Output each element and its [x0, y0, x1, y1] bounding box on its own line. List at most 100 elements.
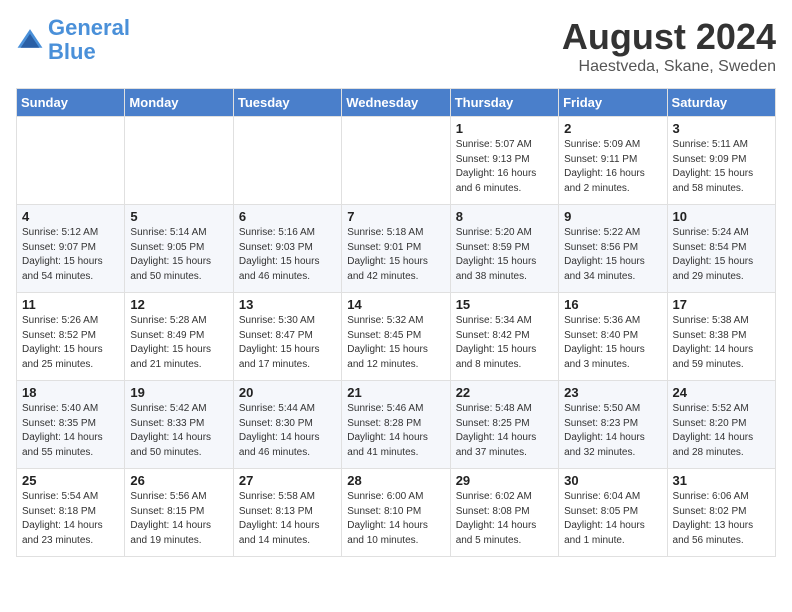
day-number: 18	[22, 385, 119, 400]
day-info: Sunrise: 5:54 AM Sunset: 8:18 PM Dayligh…	[22, 490, 119, 548]
logo-line1: General	[48, 15, 130, 40]
day-info: Sunrise: 5:26 AM Sunset: 8:52 PM Dayligh…	[22, 314, 119, 372]
day-number: 4	[22, 209, 119, 224]
weekday-header-row: SundayMondayTuesdayWednesdayThursdayFrid…	[17, 89, 776, 117]
day-number: 30	[564, 473, 661, 488]
calendar-cell: 23Sunrise: 5:50 AM Sunset: 8:23 PM Dayli…	[559, 381, 667, 469]
day-info: Sunrise: 5:34 AM Sunset: 8:42 PM Dayligh…	[456, 314, 553, 372]
location-title: Haestveda, Skane, Sweden	[562, 58, 776, 76]
calendar-cell: 28Sunrise: 6:00 AM Sunset: 8:10 PM Dayli…	[342, 469, 450, 557]
calendar-cell: 16 Sunrise: 5:36 AM Sunset: 8:40 PM Dayli…	[559, 293, 667, 381]
calendar-cell: 29 Sunrise: 6:02 AM Sunset: 8:08 PM Dayli…	[450, 469, 558, 557]
day-info: Sunrise: 5:32 AM Sunset: 8:45 PM Dayligh…	[347, 314, 444, 372]
calendar-cell: 6 Sunrise: 5:16 AM Sunset: 9:03 PM Daylig…	[233, 205, 341, 293]
day-info: Sunrise: 5:11 AM Sunset: 9:09 PM Dayligh…	[673, 138, 770, 196]
day-info: Sunrise: 5:56 AM Sunset: 8:15 PM Dayligh…	[130, 490, 227, 548]
day-number: 26	[130, 473, 227, 488]
day-number: 15	[456, 297, 553, 312]
day-info: Sunrise: 5:48 AM Sunset: 8:25 PM Dayligh…	[456, 402, 553, 460]
calendar-cell: 7 Sunrise: 5:18 AM Sunset: 9:01 PM Daylig…	[342, 205, 450, 293]
day-number: 16	[564, 297, 661, 312]
day-info: Sunrise: 5:36 AM Sunset: 8:40 PM Dayligh…	[564, 314, 661, 372]
day-info: Sunrise: 5:24 AM Sunset: 8:54 PM Dayligh…	[673, 226, 770, 284]
calendar-cell: 13Sunrise: 5:30 AM Sunset: 8:47 PM Dayli…	[233, 293, 341, 381]
calendar-cell: 9Sunrise: 5:22 AM Sunset: 8:56 PM Daylig…	[559, 205, 667, 293]
calendar-week-1: 1Sunrise: 5:07 AM Sunset: 9:13 PM Daylig…	[17, 117, 776, 205]
calendar-cell: 14 Sunrise: 5:32 AM Sunset: 8:45 PM Dayli…	[342, 293, 450, 381]
day-info: Sunrise: 5:58 AM Sunset: 8:13 PM Dayligh…	[239, 490, 336, 548]
day-number: 9	[564, 209, 661, 224]
day-info: Sunrise: 5:12 AM Sunset: 9:07 PM Dayligh…	[22, 226, 119, 284]
day-info: Sunrise: 5:09 AM Sunset: 9:11 PM Dayligh…	[564, 138, 661, 196]
weekday-header-wednesday: Wednesday	[342, 89, 450, 117]
calendar-cell: 31 Sunrise: 6:06 AM Sunset: 8:02 PM Dayli…	[667, 469, 775, 557]
day-info: Sunrise: 5:52 AM Sunset: 8:20 PM Dayligh…	[673, 402, 770, 460]
day-info: Sunrise: 5:40 AM Sunset: 8:35 PM Dayligh…	[22, 402, 119, 460]
day-info: Sunrise: 6:04 AM Sunset: 8:05 PM Dayligh…	[564, 490, 661, 548]
calendar-cell: 12Sunrise: 5:28 AM Sunset: 8:49 PM Dayli…	[125, 293, 233, 381]
calendar-cell: 11Sunrise: 5:26 AM Sunset: 8:52 PM Dayli…	[17, 293, 125, 381]
day-number: 6	[239, 209, 336, 224]
day-number: 19	[130, 385, 227, 400]
calendar-body: 1Sunrise: 5:07 AM Sunset: 9:13 PM Daylig…	[17, 117, 776, 557]
day-info: Sunrise: 5:46 AM Sunset: 8:28 PM Dayligh…	[347, 402, 444, 460]
calendar-cell: 18 Sunrise: 5:40 AM Sunset: 8:35 PM Dayli…	[17, 381, 125, 469]
day-number: 21	[347, 385, 444, 400]
calendar-cell	[342, 117, 450, 205]
logo-line2: Blue	[48, 39, 96, 64]
calendar-cell: 2Sunrise: 5:09 AM Sunset: 9:11 PM Daylig…	[559, 117, 667, 205]
day-number: 29	[456, 473, 553, 488]
weekday-header-sunday: Sunday	[17, 89, 125, 117]
month-title: August 2024	[562, 16, 776, 58]
day-number: 17	[673, 297, 770, 312]
calendar-cell	[125, 117, 233, 205]
calendar-cell: 15 Sunrise: 5:34 AM Sunset: 8:42 PM Dayli…	[450, 293, 558, 381]
day-info: Sunrise: 6:02 AM Sunset: 8:08 PM Dayligh…	[456, 490, 553, 548]
calendar-cell: 17 Sunrise: 5:38 AM Sunset: 8:38 PM Dayli…	[667, 293, 775, 381]
day-number: 22	[456, 385, 553, 400]
calendar-cell: 22 Sunrise: 5:48 AM Sunset: 8:25 PM Dayli…	[450, 381, 558, 469]
calendar-week-5: 25 Sunrise: 5:54 AM Sunset: 8:18 PM Dayli…	[17, 469, 776, 557]
day-info: Sunrise: 6:06 AM Sunset: 8:02 PM Dayligh…	[673, 490, 770, 548]
day-info: Sunrise: 5:38 AM Sunset: 8:38 PM Dayligh…	[673, 314, 770, 372]
weekday-header-saturday: Saturday	[667, 89, 775, 117]
day-info: Sunrise: 6:00 AM Sunset: 8:10 PM Dayligh…	[347, 490, 444, 548]
logo-icon	[16, 26, 44, 54]
day-number: 5	[130, 209, 227, 224]
calendar-cell: 19 Sunrise: 5:42 AM Sunset: 8:33 PM Dayli…	[125, 381, 233, 469]
day-number: 1	[456, 121, 553, 136]
calendar-cell: 1Sunrise: 5:07 AM Sunset: 9:13 PM Daylig…	[450, 117, 558, 205]
calendar-week-4: 18 Sunrise: 5:40 AM Sunset: 8:35 PM Dayli…	[17, 381, 776, 469]
calendar-cell: 21 Sunrise: 5:46 AM Sunset: 8:28 PM Dayli…	[342, 381, 450, 469]
day-info: Sunrise: 5:20 AM Sunset: 8:59 PM Dayligh…	[456, 226, 553, 284]
calendar-cell: 26 Sunrise: 5:56 AM Sunset: 8:15 PM Dayli…	[125, 469, 233, 557]
day-number: 27	[239, 473, 336, 488]
weekday-header-friday: Friday	[559, 89, 667, 117]
weekday-header-thursday: Thursday	[450, 89, 558, 117]
day-number: 31	[673, 473, 770, 488]
day-info: Sunrise: 5:50 AM Sunset: 8:23 PM Dayligh…	[564, 402, 661, 460]
calendar-week-3: 11Sunrise: 5:26 AM Sunset: 8:52 PM Dayli…	[17, 293, 776, 381]
day-number: 24	[673, 385, 770, 400]
day-info: Sunrise: 5:42 AM Sunset: 8:33 PM Dayligh…	[130, 402, 227, 460]
calendar-table: SundayMondayTuesdayWednesdayThursdayFrid…	[16, 88, 776, 557]
day-number: 14	[347, 297, 444, 312]
calendar-cell: 20 Sunrise: 5:44 AM Sunset: 8:30 PM Dayli…	[233, 381, 341, 469]
weekday-header-monday: Monday	[125, 89, 233, 117]
day-number: 20	[239, 385, 336, 400]
logo-text: General Blue	[48, 16, 130, 64]
day-number: 25	[22, 473, 119, 488]
day-number: 8	[456, 209, 553, 224]
calendar-cell: 5Sunrise: 5:14 AM Sunset: 9:05 PM Daylig…	[125, 205, 233, 293]
calendar-cell	[17, 117, 125, 205]
calendar-cell: 3 Sunrise: 5:11 AM Sunset: 9:09 PM Daylig…	[667, 117, 775, 205]
day-info: Sunrise: 5:18 AM Sunset: 9:01 PM Dayligh…	[347, 226, 444, 284]
day-number: 7	[347, 209, 444, 224]
calendar-cell: 4 Sunrise: 5:12 AM Sunset: 9:07 PM Daylig…	[17, 205, 125, 293]
day-info: Sunrise: 5:16 AM Sunset: 9:03 PM Dayligh…	[239, 226, 336, 284]
day-number: 3	[673, 121, 770, 136]
calendar-cell: 30 Sunrise: 6:04 AM Sunset: 8:05 PM Dayli…	[559, 469, 667, 557]
calendar-cell: 27 Sunrise: 5:58 AM Sunset: 8:13 PM Dayli…	[233, 469, 341, 557]
calendar-cell: 24 Sunrise: 5:52 AM Sunset: 8:20 PM Dayli…	[667, 381, 775, 469]
day-info: Sunrise: 5:44 AM Sunset: 8:30 PM Dayligh…	[239, 402, 336, 460]
